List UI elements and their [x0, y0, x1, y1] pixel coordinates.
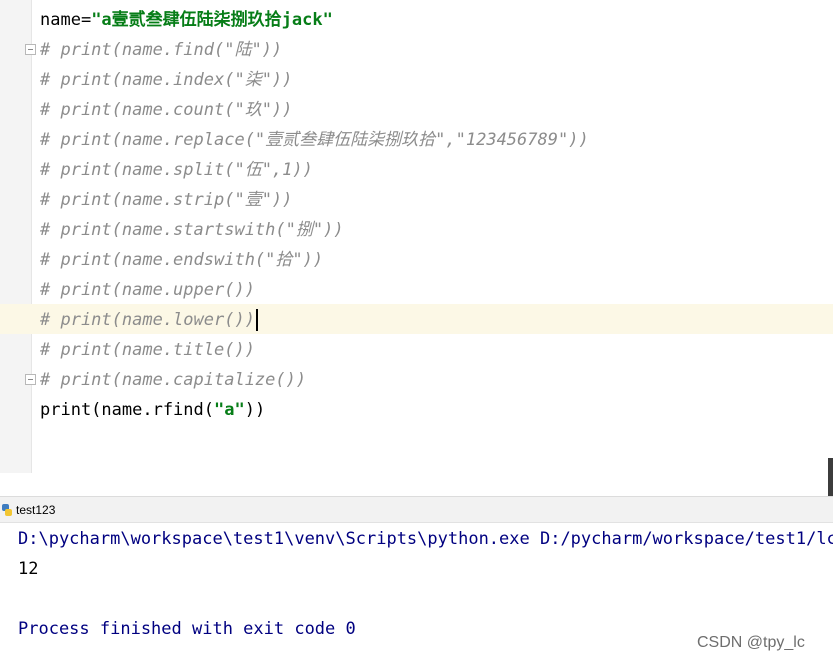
comment-line: # print(name.lower()) [40, 310, 255, 330]
console-output-line: 12 [18, 559, 39, 579]
text-caret [255, 309, 258, 331]
string-literal: "a" [214, 400, 245, 420]
console-command-line: D:\pycharm\workspace\test1\venv\Scripts\… [18, 529, 833, 549]
code-text: name="a壹贰叁肆伍陆柒捌玖拾jack" [40, 9, 333, 31]
string-literal: "a壹贰叁肆伍陆柒捌玖拾jack" [91, 10, 333, 30]
console-exit-message: Process finished with exit code 0 [18, 619, 356, 639]
comment-line: # print(name.endswith("拾")) [40, 250, 324, 270]
comment-line: # print(name.count("玖")) [40, 100, 293, 120]
code-line-2[interactable]: # print(name.find("陆")) [0, 34, 833, 64]
code-line-14[interactable]: print(name.rfind("a")) [0, 394, 833, 424]
run-tab[interactable]: test123 [0, 497, 63, 523]
comment-line: # print(name.find("陆")) [40, 40, 283, 60]
comment-line: # print(name.split("伍",1)) [40, 160, 313, 180]
code-line-4[interactable]: # print(name.count("玖")) [0, 94, 833, 124]
run-tab-label: test123 [16, 503, 56, 517]
code-editor[interactable]: name="a壹贰叁肆伍陆柒捌玖拾jack" # print(name.find… [0, 0, 833, 473]
code-line-6[interactable]: # print(name.split("伍",1)) [0, 154, 833, 184]
code-line-8[interactable]: # print(name.startswith("捌")) [0, 214, 833, 244]
code-punctuation: )) [244, 400, 266, 420]
comment-line: # print(name.startswith("捌")) [40, 220, 344, 240]
code-line-12[interactable]: # print(name.title()) [0, 334, 833, 364]
code-line-11-current[interactable]: # print(name.lower()) [0, 304, 833, 334]
comment-line: # print(name.title()) [40, 340, 255, 360]
code-line-7[interactable]: # print(name.strip("壹")) [0, 184, 833, 214]
code-line-13[interactable]: # print(name.capitalize()) [0, 364, 833, 394]
code-line-1[interactable]: name="a壹贰叁肆伍陆柒捌玖拾jack" [0, 4, 833, 34]
comment-line: # print(name.strip("壹")) [40, 190, 293, 210]
code-text: # print(name.lower()) [40, 309, 258, 331]
fold-marker-icon[interactable] [25, 374, 36, 385]
code-identifier: print(name.rfind( [40, 400, 214, 420]
code-text: print(name.rfind("a")) [40, 399, 265, 421]
fold-marker-icon[interactable] [25, 44, 36, 55]
run-tool-window-header: test123 [0, 496, 833, 523]
code-identifier: name= [40, 10, 92, 30]
comment-line: # print(name.capitalize()) [40, 370, 307, 390]
code-line-10[interactable]: # print(name.upper()) [0, 274, 833, 304]
watermark-text: CSDN @tpy_lc [697, 634, 805, 651]
code-line-5[interactable]: # print(name.replace("壹贰叁肆伍陆柒捌玖拾","12345… [0, 124, 833, 154]
comment-line: # print(name.replace("壹贰叁肆伍陆柒捌玖拾","12345… [40, 130, 589, 150]
code-line-9[interactable]: # print(name.endswith("拾")) [0, 244, 833, 274]
python-icon [2, 504, 12, 516]
comment-line: # print(name.upper()) [40, 280, 255, 300]
comment-line: # print(name.index("柒")) [40, 70, 293, 90]
code-line-3[interactable]: # print(name.index("柒")) [0, 64, 833, 94]
